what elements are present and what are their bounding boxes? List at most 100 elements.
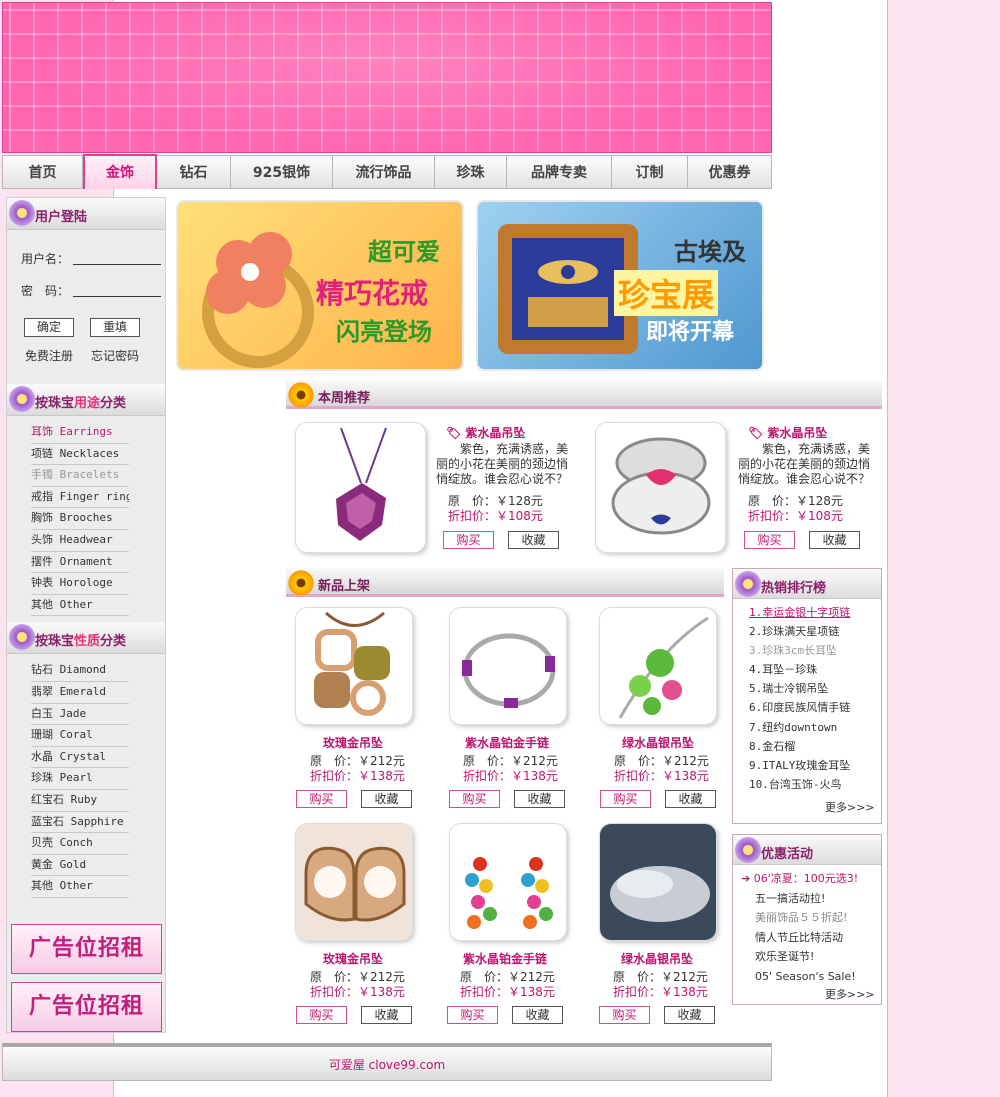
new-item4-fav-button[interactable]: 收藏 (361, 1006, 412, 1024)
nav-coupon[interactable]: 优惠券 (688, 156, 771, 188)
deals-more-link[interactable]: 更多>>> (825, 986, 875, 1002)
weekly-thumb-1[interactable] (295, 422, 426, 553)
weekly-thumb-2[interactable] (595, 422, 726, 553)
new-item6-fav-button[interactable]: 收藏 (664, 1006, 715, 1024)
deals-item-5[interactable]: 欢乐圣诞节! (741, 947, 881, 967)
hot-title: 热销排行榜 (761, 581, 827, 596)
material-item-sapphire[interactable]: 蓝宝石 Sapphire (31, 812, 129, 834)
login-header: 用户登陆 (7, 198, 165, 230)
new-item3-fav-button[interactable]: 收藏 (665, 790, 716, 808)
hot-item-1[interactable]: 1.幸运金银十字项链 (749, 603, 881, 622)
weekly-item2-title[interactable]: 🏷 紫水晶吊坠 (748, 424, 827, 441)
new-item3-title[interactable]: 绿水晶银吊坠 (622, 734, 694, 751)
deals-item-3[interactable]: 美丽饰品５５折起! (741, 908, 881, 928)
material-item-diamond[interactable]: 钻石 Diamond (31, 660, 129, 682)
weekly-item2-buy-button[interactable]: 购买 (744, 531, 795, 549)
material-item-crystal[interactable]: 水晶 Crystal (31, 747, 129, 769)
new-item6-title[interactable]: 绿水晶银吊坠 (621, 950, 693, 967)
deals-box: 优惠活动 ➔ 06'凉夏：100元选3! 五一搞活动拉! 美丽饰品５５折起! 情… (732, 834, 882, 1005)
new-thumb-1[interactable] (295, 607, 413, 725)
new-item5-title[interactable]: 紫水晶铂金手链 (463, 950, 547, 967)
hot-item-10[interactable]: 10.台湾玉饰-火鸟 (749, 775, 881, 794)
nav-diamond[interactable]: 钻石 (157, 156, 231, 188)
usage-item-bracelets[interactable]: 手镯 Bracelets (31, 465, 129, 487)
hot-item-4[interactable]: 4.耳坠－珍珠 (749, 660, 881, 679)
deals-item-2[interactable]: 五一搞活动拉! (741, 889, 881, 909)
new-item2-fav-button[interactable]: 收藏 (514, 790, 565, 808)
hot-item-2[interactable]: 2.珍珠满天星项链 (749, 622, 881, 641)
material-item-emerald[interactable]: 翡翠 Emerald (31, 682, 129, 704)
new-item4-buy-button[interactable]: 购买 (296, 1006, 347, 1024)
new-item3-buy-button[interactable]: 购买 (600, 790, 651, 808)
deals-item-4[interactable]: 情人节丘比特活动 (741, 928, 881, 948)
new-item1-fav-button[interactable]: 收藏 (361, 790, 412, 808)
nav-gold[interactable]: 金饰 (83, 154, 157, 189)
ad-banner-1[interactable]: 广告位招租 (11, 923, 162, 974)
new-item6-buy-button[interactable]: 购买 (599, 1006, 650, 1024)
material-item-jade[interactable]: 白玉 Jade (31, 704, 129, 726)
nav-silver[interactable]: 925银饰 (231, 156, 333, 188)
forgot-password-link[interactable]: 忘记密码 (91, 347, 139, 364)
new-thumb-4[interactable] (295, 823, 413, 941)
promo-ring-banner[interactable]: 超可爱 精巧花戒 闪亮登场 (176, 200, 464, 371)
new-item5-buy-button[interactable]: 购买 (447, 1006, 498, 1024)
usage-item-earrings[interactable]: 耳饰 Earrings (31, 422, 129, 444)
material-item-pearl[interactable]: 珍珠 Pearl (31, 768, 129, 790)
new-item2-title[interactable]: 紫水晶铂金手链 (465, 734, 549, 751)
hot-item-5[interactable]: 5.瑞士冷钢吊坠 (749, 679, 881, 698)
username-input[interactable] (73, 251, 161, 265)
weekly-item1-fav-button[interactable]: 收藏 (508, 531, 559, 549)
nav-fashion[interactable]: 流行饰品 (333, 156, 435, 188)
new-thumb-6[interactable] (599, 823, 717, 941)
sunflower-icon (288, 382, 314, 408)
new-thumb-3[interactable] (599, 607, 717, 725)
new-item1-title[interactable]: 玫瑰金吊坠 (323, 734, 383, 751)
usage-item-horologe[interactable]: 钟表 Horologe (31, 573, 129, 595)
usage-item-brooches[interactable]: 胸饰 Brooches (31, 508, 129, 530)
usage-item-finger-ring[interactable]: 戒指 Finger ring (31, 487, 129, 509)
nav-pearl[interactable]: 珍珠 (435, 156, 507, 188)
header-banner (2, 2, 772, 153)
confirm-button[interactable]: 确定 (24, 318, 74, 337)
promo-egypt-banner[interactable]: 古埃及 珍宝展 即将开幕 (476, 200, 764, 371)
usage-item-necklaces[interactable]: 项链 Necklaces (31, 444, 129, 466)
new-item5-fav-button[interactable]: 收藏 (512, 1006, 563, 1024)
material-item-conch[interactable]: 贝壳 Conch (31, 833, 129, 855)
new-item1-buy-button[interactable]: 购买 (296, 790, 347, 808)
deals-list: ➔ 06'凉夏：100元选3! 五一搞活动拉! 美丽饰品５５折起! 情人节丘比特… (733, 865, 881, 986)
hot-ranking-box: 热销排行榜 1.幸运金银十字项链 2.珍珠满天星项链 3.珍珠3cm长耳坠 4.… (732, 568, 882, 824)
new-item4-sale: 折扣价：￥138元 (310, 985, 405, 999)
nav-brand[interactable]: 品牌专卖 (507, 156, 612, 188)
hot-item-9[interactable]: 9.ITALY玫瑰金耳坠 (749, 756, 881, 775)
hot-more-link[interactable]: 更多>>> (825, 799, 875, 815)
password-input[interactable] (73, 283, 161, 297)
hot-item-3[interactable]: 3.珍珠3cm长耳坠 (749, 641, 881, 660)
usage-item-ornament[interactable]: 摆件 Ornament (31, 552, 129, 574)
usage-item-headwear[interactable]: 头饰 Headwear (31, 530, 129, 552)
rose-gold-pendant-image (314, 611, 390, 716)
usage-item-other[interactable]: 其他 Other (31, 595, 129, 617)
new-thumb-2[interactable] (449, 607, 567, 725)
register-link[interactable]: 免费注册 (25, 347, 73, 364)
material-item-other[interactable]: 其他 Other (31, 876, 129, 898)
nav-home[interactable]: 首页 (3, 156, 83, 188)
new-item2-buy-button[interactable]: 购买 (449, 790, 500, 808)
material-item-gold[interactable]: 黄金 Gold (31, 855, 129, 877)
weekly-item1-title[interactable]: 🏷 紫水晶吊坠 (446, 424, 525, 441)
ad-banner-2[interactable]: 广告位招租 (11, 981, 162, 1032)
material-item-coral[interactable]: 珊瑚 Coral (31, 725, 129, 747)
new-item4-title[interactable]: 玫瑰金吊坠 (323, 950, 383, 967)
new-thumb-5[interactable] (449, 823, 567, 941)
hot-item-8[interactable]: 8.金石榴 (749, 737, 881, 756)
deals-item-6[interactable]: 05' Season's Sale! (741, 967, 881, 987)
nav-custom[interactable]: 订制 (612, 156, 688, 188)
reset-button[interactable]: 重填 (90, 318, 140, 337)
hot-item-6[interactable]: 6.印度民族风情手链 (749, 698, 881, 717)
flower-icon (9, 386, 35, 412)
deals-item-1[interactable]: ➔ 06'凉夏：100元选3! (741, 869, 881, 889)
promo2-line1: 古埃及 (674, 238, 746, 266)
weekly-item2-fav-button[interactable]: 收藏 (809, 531, 860, 549)
weekly-item1-buy-button[interactable]: 购买 (443, 531, 494, 549)
material-item-ruby[interactable]: 红宝石 Ruby (31, 790, 129, 812)
hot-item-7[interactable]: 7.纽约downtown (749, 718, 881, 737)
